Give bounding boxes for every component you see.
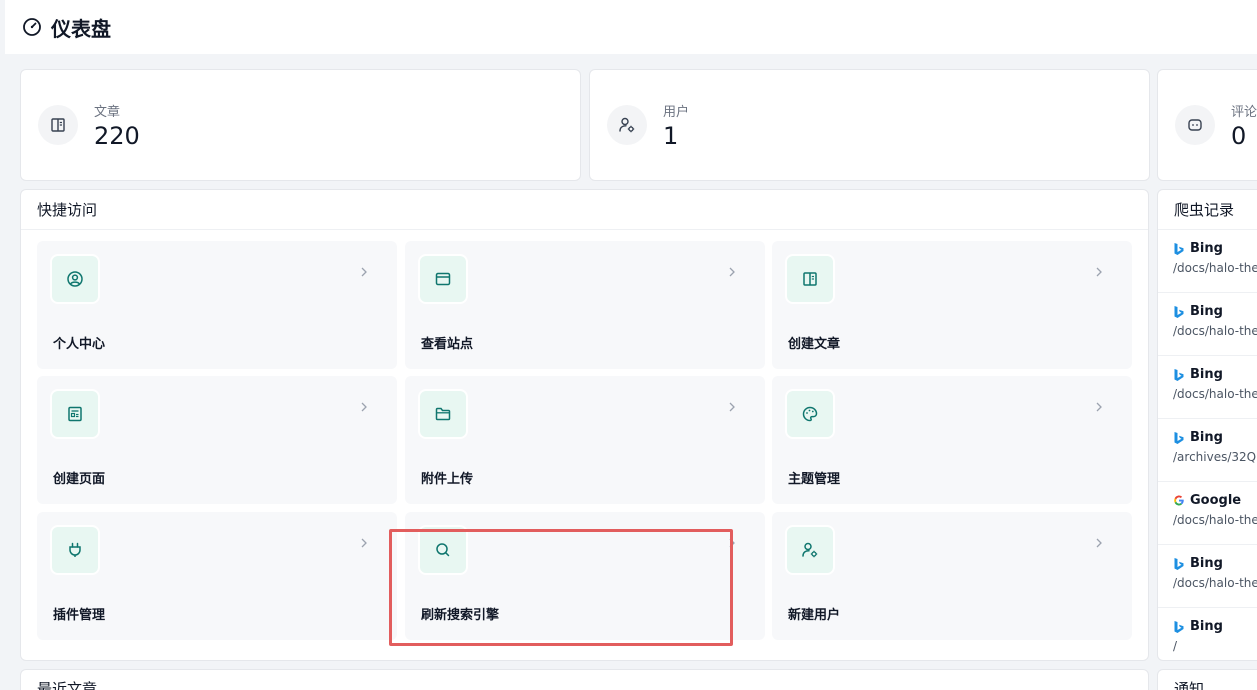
page-title: 仪表盘 bbox=[51, 16, 111, 41]
quick-tile-theme-management[interactable]: 主题管理 bbox=[772, 376, 1132, 504]
stat-value: 0 bbox=[1231, 121, 1247, 150]
page-icon bbox=[50, 389, 100, 439]
quick-tile-label: 创建文章 bbox=[788, 337, 841, 352]
book-icon bbox=[38, 105, 78, 145]
crawler-item[interactable]: Bing /docs/halo-the bbox=[1158, 230, 1257, 293]
quick-tile-label: 新建用户 bbox=[788, 608, 841, 623]
chevron-right-icon bbox=[729, 538, 735, 548]
recent-posts-title: 最近文章 bbox=[21, 670, 1148, 690]
crawler-item[interactable]: Bing / bbox=[1158, 608, 1257, 660]
quick-tile-label: 附件上传 bbox=[421, 472, 474, 487]
chevron-right-icon bbox=[361, 538, 367, 548]
quick-tile-new-user[interactable]: 新建用户 bbox=[772, 512, 1132, 640]
quick-tile-label: 查看站点 bbox=[421, 337, 474, 352]
notifications-panel: 通知 bbox=[1157, 669, 1257, 690]
quick-tile-view-site[interactable]: 查看站点 bbox=[405, 241, 765, 369]
stat-label: 用户 bbox=[663, 104, 690, 120]
palette-icon bbox=[785, 389, 835, 439]
chevron-right-icon bbox=[361, 267, 367, 277]
bing-icon bbox=[1173, 431, 1185, 445]
crawler-item[interactable]: Google /docs/halo-the bbox=[1158, 482, 1257, 545]
stat-label: 文章 bbox=[94, 104, 121, 120]
quick-access-title: 快捷访问 bbox=[21, 190, 1148, 230]
bing-icon bbox=[1173, 557, 1185, 571]
crawler-path: /docs/halo-the bbox=[1173, 576, 1257, 590]
stat-card-posts[interactable]: 文章 220 bbox=[20, 69, 581, 181]
stat-value: 220 bbox=[94, 121, 140, 150]
stat-value: 1 bbox=[663, 121, 679, 150]
chevron-right-icon bbox=[729, 402, 735, 412]
bing-icon bbox=[1173, 305, 1185, 319]
folder-icon bbox=[418, 389, 468, 439]
quick-tile-profile[interactable]: 个人中心 bbox=[37, 241, 397, 369]
crawler-item[interactable]: Bing /archives/32QI bbox=[1158, 419, 1257, 482]
crawler-engine: Google bbox=[1190, 493, 1242, 508]
crawler-path: / bbox=[1173, 639, 1178, 653]
stat-card-comments[interactable]: 评论 0 bbox=[1157, 69, 1257, 181]
crawler-path: /docs/halo-the bbox=[1173, 387, 1257, 401]
google-icon bbox=[1173, 494, 1185, 508]
crawler-engine: Bing bbox=[1190, 367, 1223, 382]
crawler-engine: Bing bbox=[1190, 619, 1223, 634]
search-icon bbox=[418, 525, 468, 575]
chevron-right-icon bbox=[729, 267, 735, 277]
crawler-path: /docs/halo-the bbox=[1173, 261, 1257, 275]
page-header: 仪表盘 bbox=[5, 0, 1257, 54]
quick-tile-create-post[interactable]: 创建文章 bbox=[772, 241, 1132, 369]
quick-tile-upload-attachment[interactable]: 附件上传 bbox=[405, 376, 765, 504]
crawler-item[interactable]: Bing /docs/halo-the bbox=[1158, 293, 1257, 356]
bing-icon bbox=[1173, 368, 1185, 382]
crawler-item[interactable]: Bing /docs/halo-the bbox=[1158, 356, 1257, 419]
crawler-engine: Bing bbox=[1190, 556, 1223, 571]
quick-tile-label: 刷新搜索引擎 bbox=[421, 608, 500, 623]
chevron-right-icon bbox=[1096, 267, 1102, 277]
crawler-records-panel: 爬虫记录 Bing /docs/halo-the Bing /docs/halo… bbox=[1157, 189, 1257, 661]
chevron-right-icon bbox=[1096, 538, 1102, 548]
crawler-records-title: 爬虫记录 bbox=[1158, 190, 1257, 230]
notifications-title: 通知 bbox=[1158, 670, 1257, 690]
crawler-item[interactable]: Bing /docs/halo-the bbox=[1158, 545, 1257, 608]
crawler-engine: Bing bbox=[1190, 304, 1223, 319]
stat-label: 评论 bbox=[1231, 104, 1257, 120]
quick-tile-label: 插件管理 bbox=[53, 608, 106, 623]
quick-tile-label: 创建页面 bbox=[53, 472, 106, 487]
plug-icon bbox=[50, 525, 100, 575]
quick-tile-label: 主题管理 bbox=[788, 472, 841, 487]
crawler-path: /archives/32QI bbox=[1173, 450, 1257, 464]
crawler-path: /docs/halo-the bbox=[1173, 324, 1257, 338]
user-gear-icon bbox=[785, 525, 835, 575]
recent-posts-panel: 最近文章 bbox=[20, 669, 1149, 690]
quick-tile-create-page[interactable]: 创建页面 bbox=[37, 376, 397, 504]
stat-card-users[interactable]: 用户 1 bbox=[589, 69, 1150, 181]
sidebar-edge bbox=[0, 0, 5, 690]
quick-tile-plugin-management[interactable]: 插件管理 bbox=[37, 512, 397, 640]
user-circle-icon bbox=[50, 254, 100, 304]
user-gear-icon bbox=[607, 105, 647, 145]
bing-icon bbox=[1173, 242, 1185, 256]
crawler-path: /docs/halo-the bbox=[1173, 513, 1257, 527]
crawler-engine: Bing bbox=[1190, 241, 1223, 256]
quick-tile-refresh-search-engine[interactable]: 刷新搜索引擎 bbox=[405, 512, 765, 640]
dashboard-icon bbox=[22, 17, 42, 37]
browser-icon bbox=[418, 254, 468, 304]
crawler-engine: Bing bbox=[1190, 430, 1223, 445]
comment-icon bbox=[1175, 105, 1215, 145]
book-icon bbox=[785, 254, 835, 304]
chevron-right-icon bbox=[361, 402, 367, 412]
bing-icon bbox=[1173, 620, 1185, 634]
chevron-right-icon bbox=[1096, 402, 1102, 412]
quick-tile-label: 个人中心 bbox=[53, 337, 106, 352]
